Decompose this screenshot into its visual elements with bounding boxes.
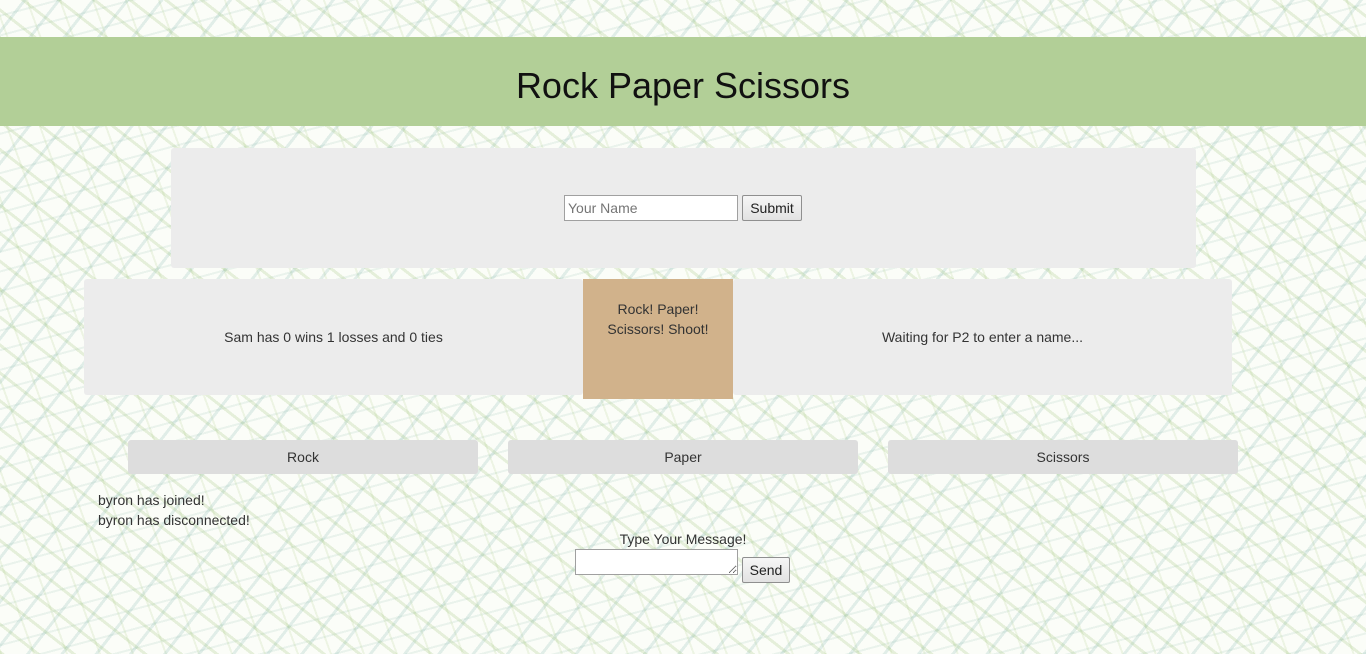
chat-prompt-label: Type Your Message! <box>619 531 747 547</box>
page-header: Rock Paper Scissors <box>0 37 1366 126</box>
scissors-button[interactable]: Scissors <box>888 440 1238 474</box>
rock-button[interactable]: Rock <box>128 440 478 474</box>
chat-log: byron has joined! byron has disconnected… <box>98 490 250 530</box>
send-button[interactable]: Send <box>742 557 790 583</box>
round-status-line2: Scissors! Shoot! <box>607 321 709 337</box>
name-input[interactable] <box>564 195 738 221</box>
player2-status: Waiting for P2 to enter a name... <box>881 329 1084 345</box>
name-entry-panel: Submit <box>171 148 1196 268</box>
submit-button[interactable]: Submit <box>742 195 802 221</box>
round-status-line1: Rock! Paper! <box>617 301 699 317</box>
paper-button[interactable]: Paper <box>508 440 858 474</box>
player1-status: Sam has 0 wins 1 losses and 0 ties <box>224 329 443 345</box>
player2-panel: Waiting for P2 to enter a name... <box>733 279 1232 395</box>
page-title: Rock Paper Scissors <box>515 65 851 106</box>
chat-message: byron has joined! <box>98 492 205 508</box>
round-status-box: Rock! Paper! Scissors! Shoot! <box>583 279 733 399</box>
chat-message-input[interactable] <box>575 549 738 575</box>
player1-panel: Sam has 0 wins 1 losses and 0 ties <box>84 279 583 395</box>
chat-message: byron has disconnected! <box>98 512 250 528</box>
